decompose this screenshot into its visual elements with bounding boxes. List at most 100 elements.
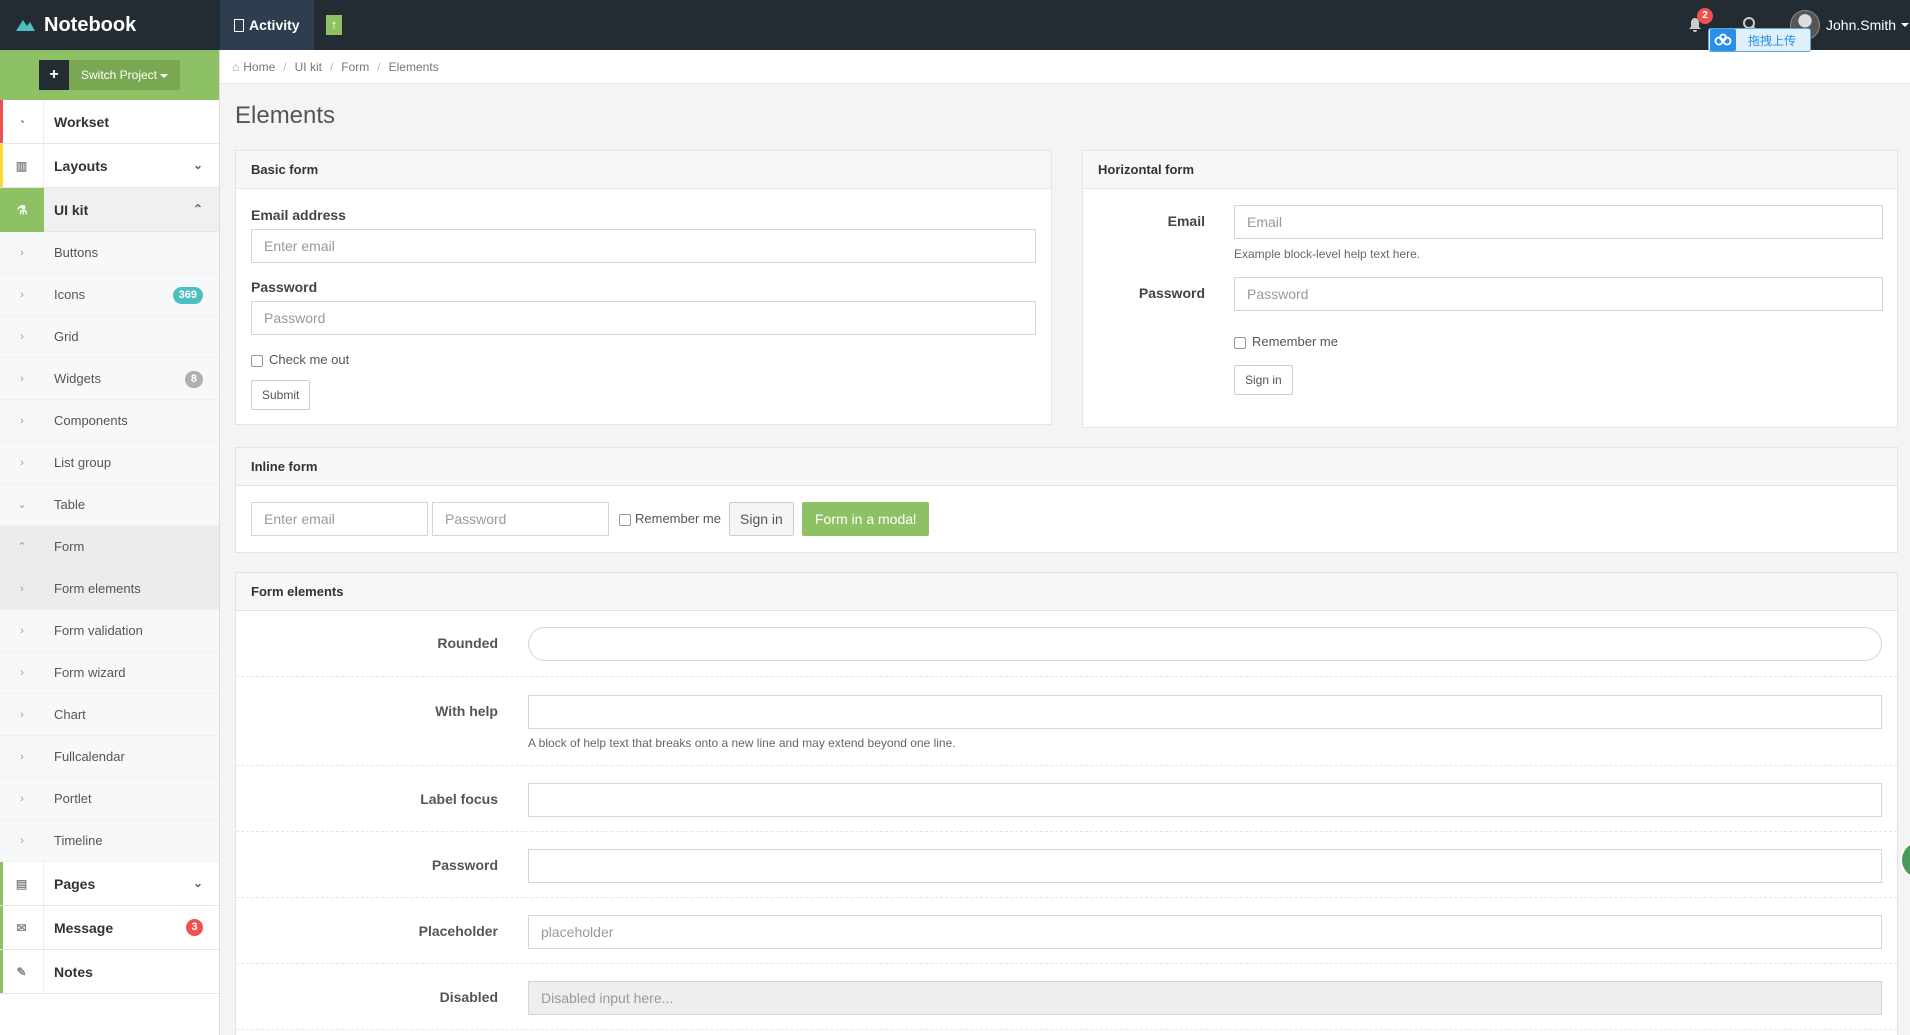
sidebar-item-message[interactable]: ✉ Message 3 bbox=[0, 905, 219, 950]
checkbox[interactable] bbox=[619, 513, 631, 526]
cloud-upload-label: 拖拽上传 bbox=[1748, 33, 1797, 48]
count-badge: 369 bbox=[172, 287, 203, 304]
sidebar-subitem-form-validation[interactable]: › Form validation bbox=[0, 610, 219, 652]
inline-remember-me[interactable]: Remember me bbox=[619, 511, 721, 526]
chevron-right-icon: › bbox=[20, 666, 24, 679]
notification-badge: 2 bbox=[1697, 8, 1713, 24]
checkbox[interactable] bbox=[1234, 336, 1246, 349]
sidebar-subitem-fullcalendar[interactable]: › Fullcalendar bbox=[0, 736, 219, 778]
inline-email-field[interactable]: Enter email bbox=[251, 502, 428, 536]
file-icon: ▤ bbox=[0, 861, 44, 906]
sidebar-item-uikit[interactable]: ⚗ UI kit ⌃ bbox=[0, 187, 219, 232]
caret-down-icon bbox=[160, 73, 169, 78]
rounded-label: Rounded bbox=[437, 635, 498, 651]
password-field[interactable]: Password bbox=[251, 301, 1036, 335]
checkbox-label: Remember me bbox=[635, 511, 721, 526]
placeholder-input[interactable]: placeholder bbox=[528, 915, 1882, 949]
form-row-disabled: Disabled Disabled input here... bbox=[236, 964, 1897, 1030]
panel-heading: Horizontal form bbox=[1083, 151, 1897, 189]
sidebar-item-notes[interactable]: ✎ Notes bbox=[0, 949, 219, 994]
rounded-input[interactable] bbox=[528, 627, 1882, 661]
breadcrumb-form[interactable]: Form bbox=[341, 60, 369, 74]
sidebar-item-label: Form validation bbox=[54, 623, 143, 638]
sidebar-subitem-components[interactable]: › Components bbox=[0, 400, 219, 442]
help-text: A block of help text that breaks onto a … bbox=[528, 736, 956, 750]
check-me-out[interactable]: Check me out bbox=[251, 352, 349, 367]
sidebar-item-label: Icons bbox=[54, 287, 86, 302]
sidebar-subitem-list-group[interactable]: › List group bbox=[0, 442, 219, 484]
label-focus-label[interactable]: Label focus bbox=[420, 791, 498, 807]
columns-icon: ▥ bbox=[0, 143, 44, 188]
breadcrumb: ⌂ Home / UI kit / Form / Elements bbox=[220, 50, 1910, 84]
sign-in-button[interactable]: Sign in bbox=[1234, 365, 1293, 395]
sidebar-item-label: Form bbox=[54, 539, 85, 554]
sidebar-subitem-buttons[interactable]: › Buttons bbox=[0, 232, 219, 274]
with-help-input[interactable] bbox=[528, 695, 1882, 729]
breadcrumb-home[interactable]: Home bbox=[243, 60, 275, 74]
count-badge: 8 bbox=[184, 371, 203, 388]
panel-heading: Form elements bbox=[236, 573, 1897, 611]
remember-me[interactable]: Remember me bbox=[1234, 334, 1338, 349]
sidebar-item-pages[interactable]: ▤ Pages ⌄ bbox=[0, 861, 219, 906]
sidebar-item-label: Workset bbox=[54, 113, 109, 130]
sidebar-subitem-portlet[interactable]: › Portlet bbox=[0, 778, 219, 820]
breadcrumb-uikit[interactable]: UI kit bbox=[295, 60, 322, 74]
brand-name: Notebook bbox=[44, 13, 137, 36]
brand-logo[interactable]: Notebook bbox=[0, 0, 220, 50]
email-label: Email bbox=[1167, 213, 1205, 229]
sidebar-item-label: Notes bbox=[54, 963, 93, 980]
floating-side-button[interactable] bbox=[1900, 840, 1910, 880]
cloud-upload-widget[interactable]: 拖拽上传 bbox=[1708, 28, 1811, 52]
sidebar-item-layouts[interactable]: ▥ Layouts ⌄ bbox=[0, 143, 219, 188]
submit-button[interactable]: Submit bbox=[251, 380, 311, 410]
basic-form-panel: Basic form Email address Enter email Pas… bbox=[235, 150, 1052, 425]
password-label: Password bbox=[251, 279, 318, 295]
sidebar-item-workset[interactable]: ◔ Workset bbox=[0, 99, 219, 144]
top-navbar: Notebook Activity ↑ 2 John.Smith bbox=[0, 0, 1910, 50]
chevron-down-icon: ⌄ bbox=[192, 158, 203, 172]
chevron-right-icon: › bbox=[20, 288, 24, 301]
inline-sign-in-button[interactable]: Sign in bbox=[729, 502, 794, 536]
sidebar-item-label: Timeline bbox=[54, 833, 103, 848]
sidebar-item-label: Fullcalendar bbox=[54, 749, 125, 764]
chevron-right-icon: › bbox=[20, 456, 24, 469]
form-row-rounded: Rounded bbox=[236, 611, 1897, 677]
sidebar-subitem-form-wizard[interactable]: › Form wizard bbox=[0, 652, 219, 694]
chevron-right-icon: › bbox=[20, 372, 24, 385]
checkbox-label: Check me out bbox=[269, 352, 350, 367]
sidebar-subitem-table[interactable]: ⌄ Table bbox=[0, 484, 219, 526]
breadcrumb-current: Elements bbox=[388, 59, 439, 74]
email-field[interactable]: Email bbox=[1234, 205, 1883, 239]
form-row-with-help: With help A block of help text that brea… bbox=[236, 677, 1897, 766]
checkbox[interactable] bbox=[251, 354, 263, 367]
with-help-label: With help bbox=[435, 703, 498, 719]
pencil-icon: ✎ bbox=[0, 949, 44, 994]
cloud-icon bbox=[1710, 29, 1736, 51]
chevron-right-icon: › bbox=[20, 792, 24, 805]
switch-project-button[interactable]: + Switch Project bbox=[38, 60, 181, 90]
label-focus-input[interactable] bbox=[528, 783, 1882, 817]
sidebar-subitem-icons[interactable]: › Icons 369 bbox=[0, 274, 219, 316]
form-elements-panel: Form elements Rounded With help A block … bbox=[235, 572, 1898, 1035]
sidebar-subitem-chart[interactable]: › Chart bbox=[0, 694, 219, 736]
form-in-modal-button[interactable]: Form in a modal bbox=[802, 502, 930, 536]
disabled-input: Disabled input here... bbox=[528, 981, 1882, 1015]
sidebar-subitem-timeline[interactable]: › Timeline bbox=[0, 820, 219, 862]
placeholder-label: Placeholder bbox=[418, 923, 498, 939]
password-input[interactable] bbox=[528, 849, 1882, 883]
chevron-down-icon: ⌄ bbox=[17, 499, 27, 511]
sidebar-subitem-grid[interactable]: › Grid bbox=[0, 316, 219, 358]
password-field[interactable]: Password bbox=[1234, 277, 1883, 311]
sidebar-item-label: Table bbox=[54, 497, 86, 512]
sidebar-item-label: List group bbox=[54, 455, 112, 470]
chevron-right-icon: › bbox=[20, 708, 24, 721]
activity-button[interactable]: Activity bbox=[220, 0, 314, 50]
sidebar-subitem-form-elements[interactable]: › Form elements bbox=[0, 568, 219, 610]
sidebar-item-label: UI kit bbox=[54, 201, 89, 218]
upload-arrow-icon[interactable]: ↑ bbox=[326, 15, 342, 35]
inline-password-field[interactable]: Password bbox=[432, 502, 609, 536]
sidebar-subitem-widgets[interactable]: › Widgets 8 bbox=[0, 358, 219, 400]
sidebar-subitem-form[interactable]: ⌃ Form bbox=[0, 526, 219, 568]
email-field[interactable]: Enter email bbox=[251, 229, 1036, 263]
chevron-right-icon: › bbox=[20, 414, 24, 427]
